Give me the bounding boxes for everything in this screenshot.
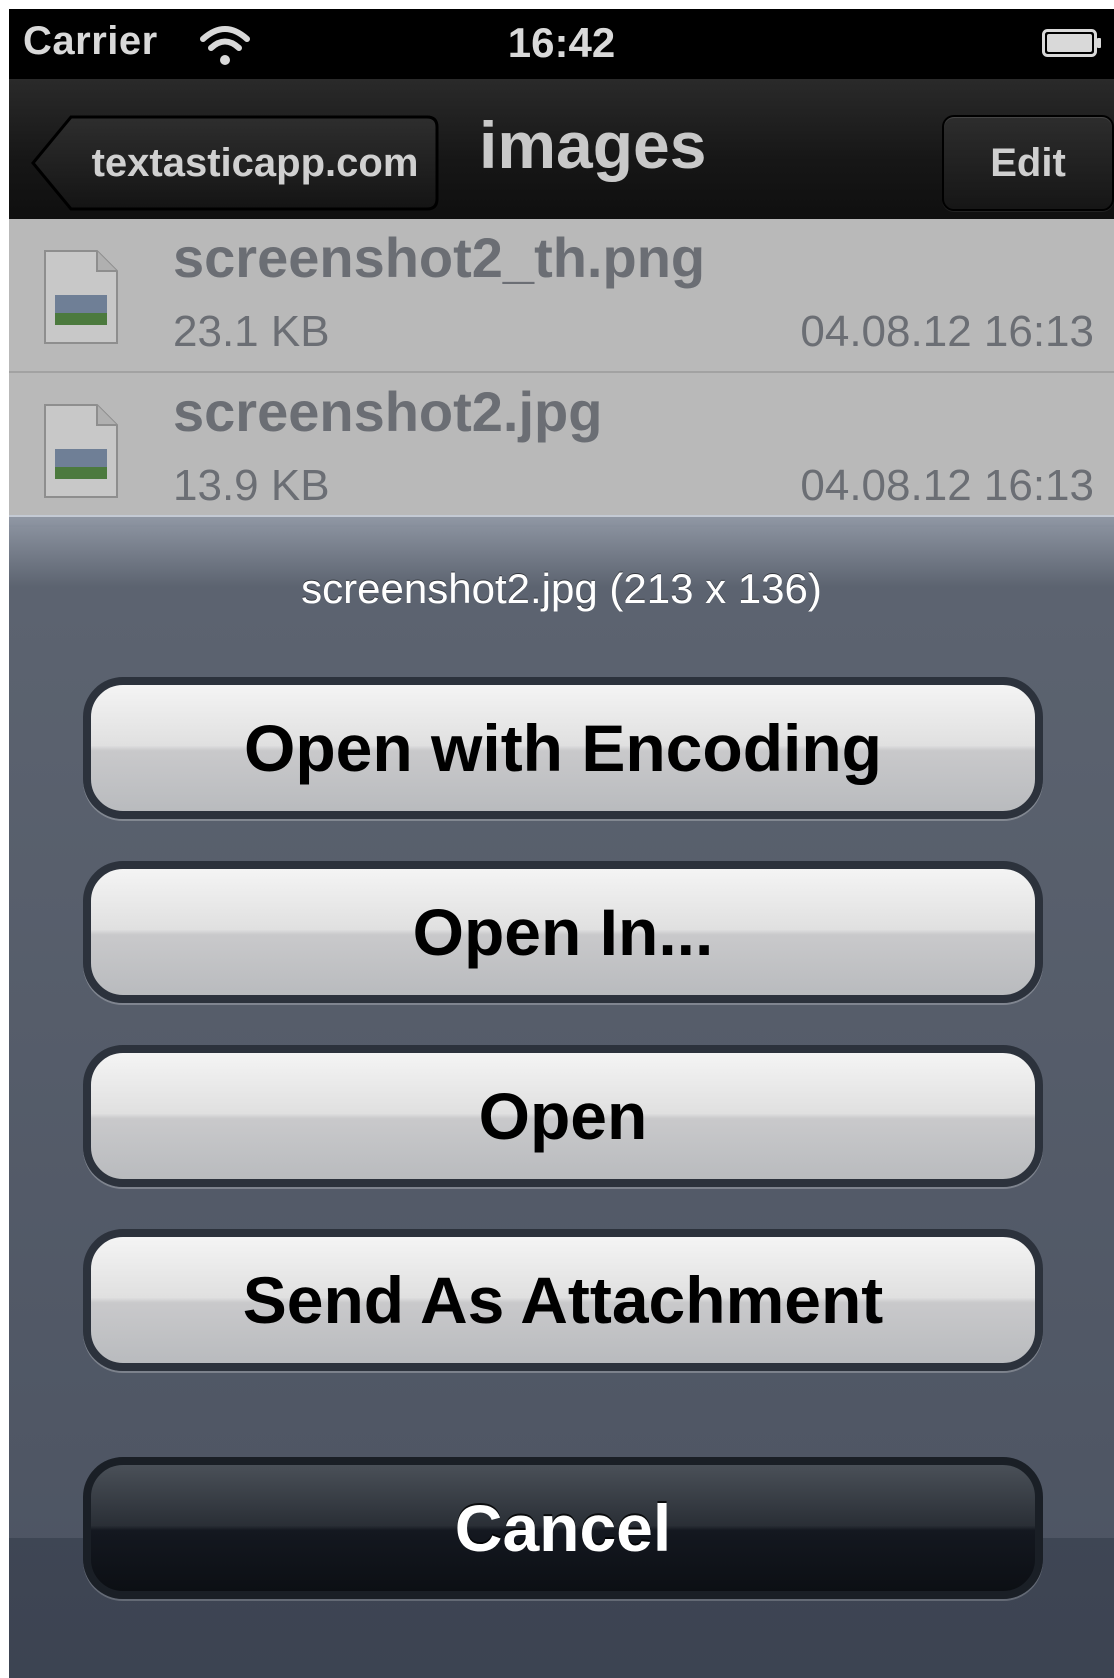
navigation-bar: textasticapp.com images Edit bbox=[9, 79, 1114, 231]
file-row[interactable]: screenshot2.jpg 13.9 KB 04.08.12 16:13 bbox=[9, 373, 1114, 527]
action-sheet-title: screenshot2.jpg (213 x 136) bbox=[301, 565, 822, 612]
cancel-button[interactable]: Cancel bbox=[83, 1457, 1043, 1599]
file-size: 13.9 KB bbox=[173, 461, 330, 510]
status-bar: Carrier 16:42 bbox=[9, 9, 1114, 79]
file-size: 23.1 KB bbox=[173, 307, 330, 356]
open-in-button[interactable]: Open In... bbox=[83, 861, 1043, 1003]
action-sheet: screenshot2.jpg (213 x 136) Open with En… bbox=[9, 515, 1114, 1678]
page-title: images bbox=[479, 108, 707, 182]
file-date: 04.08.12 16:13 bbox=[800, 461, 1094, 510]
battery-icon bbox=[1042, 29, 1102, 57]
phone-screen: Carrier 16:42 textasticapp.com images Ed… bbox=[9, 9, 1114, 1678]
open-with-encoding-button[interactable]: Open with Encoding bbox=[83, 677, 1043, 819]
file-name: screenshot2_th.png bbox=[173, 226, 706, 289]
file-name: screenshot2.jpg bbox=[173, 380, 603, 443]
image-file-icon bbox=[41, 403, 121, 501]
send-as-attachment-button[interactable]: Send As Attachment bbox=[83, 1229, 1043, 1371]
open-button[interactable]: Open bbox=[83, 1045, 1043, 1187]
file-row[interactable]: screenshot2_th.png 23.1 KB 04.08.12 16:1… bbox=[9, 219, 1114, 373]
edit-button[interactable]: Edit bbox=[942, 115, 1114, 211]
file-date: 04.08.12 16:13 bbox=[800, 307, 1094, 356]
image-file-icon bbox=[41, 249, 121, 347]
back-button[interactable]: textasticapp.com bbox=[31, 115, 439, 211]
status-time: 16:42 bbox=[507, 19, 616, 66]
back-button-label: textasticapp.com bbox=[91, 140, 419, 185]
